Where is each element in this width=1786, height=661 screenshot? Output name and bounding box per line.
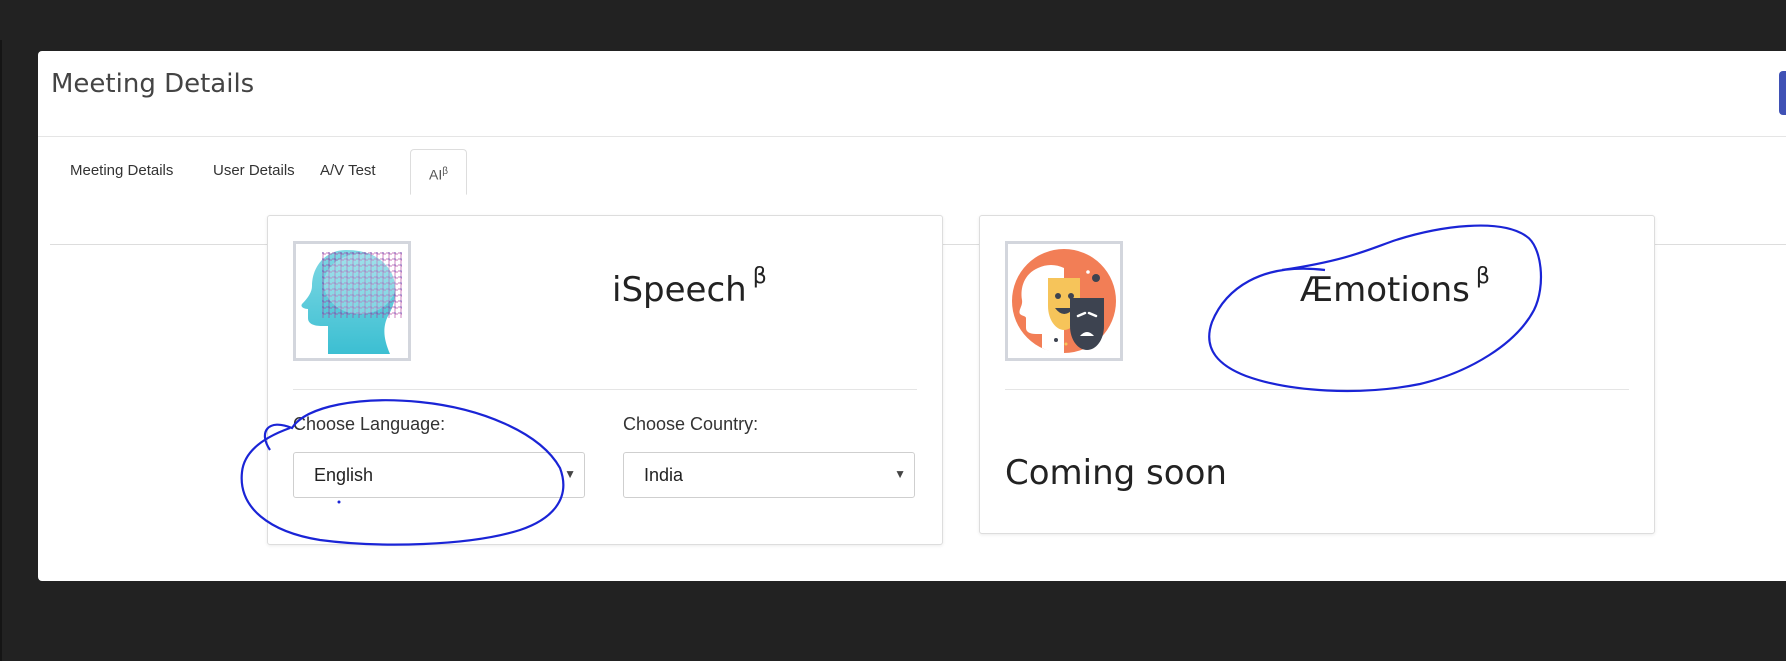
theater-masks-icon [1012, 249, 1116, 354]
ispeech-title-text: iSpeech [612, 270, 747, 310]
coming-soon-text: Coming soon [1005, 453, 1227, 493]
ispeech-logo [293, 241, 411, 361]
tab-ai-beta: β [442, 166, 448, 177]
tab-ai[interactable]: AIβ [410, 149, 467, 195]
language-select-value: English [314, 465, 374, 485]
ispeech-divider [293, 389, 917, 390]
country-label: Choose Country: [623, 414, 759, 434]
emotions-card: Æmotions β Coming soon [979, 215, 1655, 534]
ispeech-title: iSpeech β [612, 264, 767, 310]
language-label: Choose Language: [293, 414, 446, 434]
head-profile-icon [301, 250, 402, 354]
emotions-beta: β [1475, 264, 1490, 289]
emotions-title: Æmotions β [1300, 264, 1490, 310]
ispeech-card: iSpeech β Choose Language: English ▼ Choo… [267, 215, 943, 545]
tab-meeting-details[interactable]: Meeting Details [50, 149, 193, 193]
ispeech-beta: β [752, 264, 767, 289]
tab-ai-label: AI [429, 166, 443, 183]
country-select-value: India [644, 465, 684, 485]
chevron-down-icon: ▼ [564, 467, 576, 481]
header-action-button[interactable] [1779, 71, 1786, 115]
emotions-divider [1005, 389, 1629, 390]
meeting-details-modal: Meeting Details Meeting Details User Det… [38, 51, 1786, 581]
language-select[interactable]: English ▼ [293, 452, 585, 498]
modal-header: Meeting Details [38, 51, 1786, 137]
chevron-down-icon: ▼ [894, 467, 906, 481]
tab-user-details[interactable]: User Details [193, 149, 315, 193]
modal-title: Meeting Details [51, 69, 255, 99]
emotions-logo [1005, 241, 1123, 361]
emotions-title-text: Æmotions [1300, 270, 1470, 310]
background-edge [0, 40, 2, 661]
tab-av-test[interactable]: A/V Test [300, 149, 396, 193]
country-select[interactable]: India ▼ [623, 452, 915, 498]
